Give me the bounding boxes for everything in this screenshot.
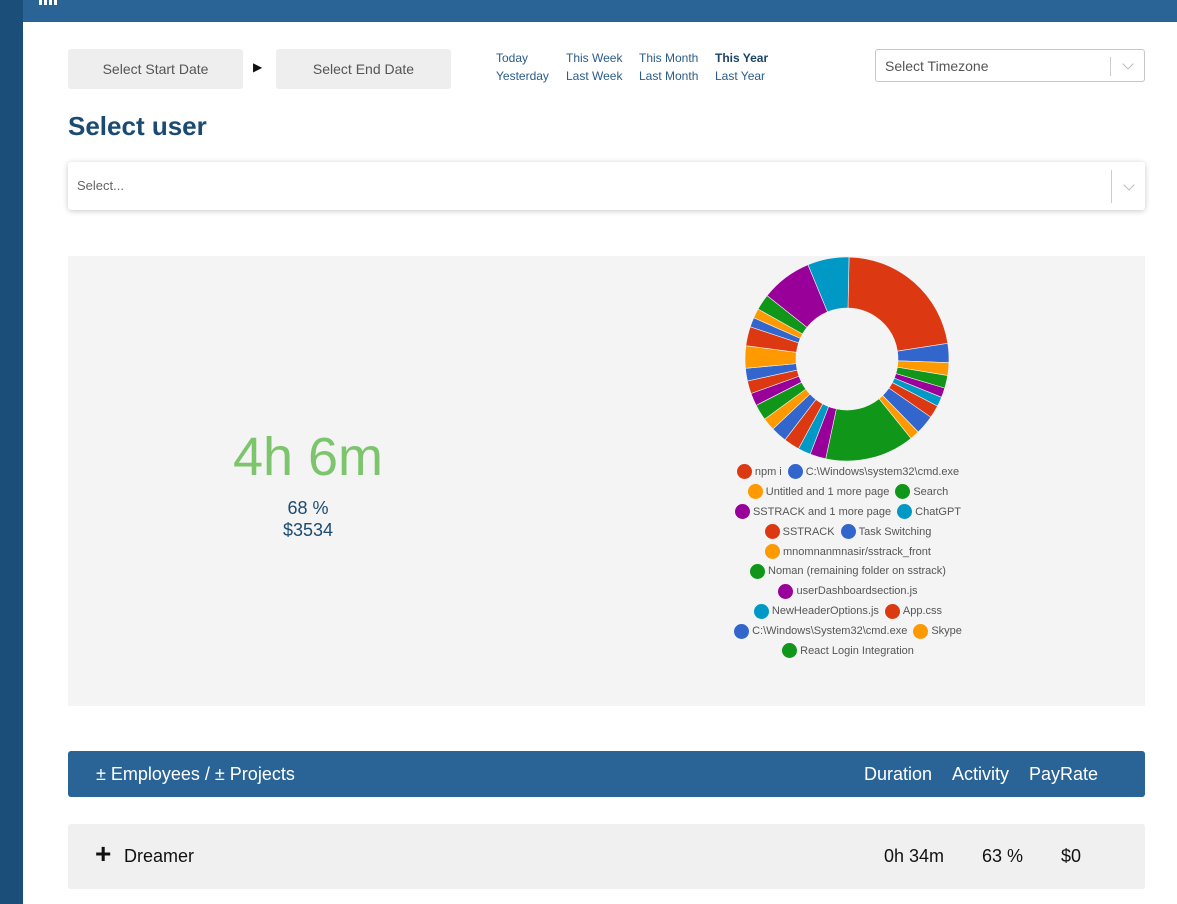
duration-header: Duration xyxy=(864,764,933,784)
payrate-header: PayRate xyxy=(1029,764,1099,784)
legend-item[interactable]: C:\Windows\system32\cmd.exe xyxy=(787,464,960,480)
range-this-week-link[interactable]: This Week xyxy=(566,51,622,65)
legend-color-dot-icon xyxy=(895,484,911,500)
timezone-select[interactable]: Select Timezone xyxy=(875,49,1145,82)
legend-row: userDashboardsection.js xyxy=(708,581,988,601)
dashboard-icon[interactable] xyxy=(39,0,61,5)
legend-row: mnomnanmnasir/sstrack_front xyxy=(708,542,988,562)
activity-donut-chart xyxy=(744,256,950,462)
range-last-week-link[interactable]: Last Week xyxy=(566,69,622,83)
range-last-year-link[interactable]: Last Year xyxy=(715,69,765,83)
legend-label: NewHeaderOptions.js xyxy=(771,605,879,618)
select-user-heading: Select user xyxy=(68,111,207,141)
user-select-divider xyxy=(1111,170,1112,203)
table-header: ± Employees / ± Projects Duration Activi… xyxy=(68,751,1145,797)
legend-item[interactable]: SSTRACK xyxy=(764,524,835,540)
summary-panel: 4h 6m 68 % $3534 npm i C:\Windows\system3… xyxy=(68,256,1145,706)
legend-label: mnomnanmnasir/sstrack_front xyxy=(783,545,931,558)
legend-row: SSTRACK Task Switching xyxy=(708,522,988,542)
donut-slice[interactable] xyxy=(847,256,949,352)
legend-color-dot-icon xyxy=(913,623,929,639)
legend-color-dot-icon xyxy=(750,563,766,579)
legend-color-dot-icon xyxy=(747,484,763,500)
left-sidebar-rail xyxy=(0,0,23,904)
legend-label: SSTRACK xyxy=(782,525,835,538)
legend-item[interactable]: Task Switching xyxy=(840,524,932,540)
legend-label: ChatGPT xyxy=(915,505,962,518)
legend-item[interactable]: Search xyxy=(895,484,949,500)
table-row[interactable]: + Dreamer 0h 34m 63 % $0 xyxy=(68,824,1145,889)
legend-item[interactable]: SSTRACK and 1 more page xyxy=(734,504,892,520)
legend-color-dot-icon xyxy=(765,544,781,559)
legend-color-dot-icon xyxy=(782,643,798,659)
legend-label: SSTRACK and 1 more page xyxy=(752,505,892,518)
legend-label: Task Switching xyxy=(858,525,932,538)
legend-item[interactable]: C:\Windows\System32\cmd.exe xyxy=(734,623,908,639)
legend-label: userDashboardsection.js xyxy=(796,585,918,598)
range-yesterday-link[interactable]: Yesterday xyxy=(496,69,549,83)
range-last-month-link[interactable]: Last Month xyxy=(639,69,698,83)
user-select[interactable]: Select... xyxy=(68,162,1145,210)
expand-plus-icon[interactable]: + xyxy=(95,840,111,868)
legend-label: Skype xyxy=(931,625,962,638)
legend-color-dot-icon xyxy=(734,504,750,520)
legend-item[interactable]: React Login Integration xyxy=(782,643,914,659)
employee-duration: 0h 34m xyxy=(884,846,945,866)
chart-legend: npm i C:\Windows\system32\cmd.exe Untitled… xyxy=(708,462,988,661)
chevron-down-icon[interactable] xyxy=(1123,179,1135,191)
end-date-button[interactable]: Select End Date xyxy=(276,49,451,89)
legend-label: Untitled and 1 more page xyxy=(765,485,890,498)
timezone-placeholder: Select Timezone xyxy=(885,58,989,74)
legend-row: NewHeaderOptions.js App.css xyxy=(708,601,988,621)
employee-activity: 63 % xyxy=(982,846,1024,866)
legend-color-dot-icon xyxy=(897,504,913,520)
legend-item[interactable]: Untitled and 1 more page xyxy=(747,484,890,500)
user-select-placeholder: Select... xyxy=(77,178,124,193)
chevron-down-icon[interactable] xyxy=(1122,58,1134,70)
date-range-arrow-icon: ▶ xyxy=(253,60,263,74)
legend-color-dot-icon xyxy=(884,603,900,619)
range-this-year-link[interactable]: This Year xyxy=(715,51,768,65)
legend-label: npm i xyxy=(754,465,782,478)
legend-row: SSTRACK and 1 more page ChatGPT xyxy=(708,502,988,522)
legend-item[interactable]: NewHeaderOptions.js xyxy=(753,603,879,619)
legend-row: C:\Windows\System32\cmd.exe Skype xyxy=(708,621,988,641)
legend-color-dot-icon xyxy=(840,524,856,540)
legend-item[interactable]: ChatGPT xyxy=(897,504,962,520)
legend-row: npm i C:\Windows\system32\cmd.exe xyxy=(708,462,988,482)
legend-label: Search xyxy=(913,485,949,498)
legend-label: App.css xyxy=(902,605,943,618)
legend-row: Noman (remaining folder on sstrack) xyxy=(708,561,988,581)
legend-color-dot-icon xyxy=(736,464,752,480)
activity-percent-value: 68 % xyxy=(287,498,329,518)
employees-projects-header[interactable]: ± Employees / ± Projects xyxy=(96,764,295,785)
legend-item[interactable]: Noman (remaining folder on sstrack) xyxy=(750,563,946,579)
activity-header: Activity xyxy=(952,764,1010,784)
legend-label: C:\Windows\System32\cmd.exe xyxy=(752,625,908,638)
timezone-select-divider xyxy=(1110,57,1111,76)
legend-item[interactable]: App.css xyxy=(884,603,943,619)
legend-color-dot-icon xyxy=(787,464,803,480)
legend-row: Untitled and 1 more page Search xyxy=(708,482,988,502)
legend-label: React Login Integration xyxy=(800,644,914,657)
range-this-month-link[interactable]: This Month xyxy=(639,51,698,65)
start-date-button[interactable]: Select Start Date xyxy=(68,49,243,89)
legend-item[interactable]: npm i xyxy=(736,464,782,480)
employee-name: Dreamer xyxy=(124,846,195,866)
legend-color-dot-icon xyxy=(778,583,794,599)
legend-item[interactable]: Skype xyxy=(913,623,962,639)
top-bar xyxy=(23,0,1177,22)
employee-payrate: $0 xyxy=(1061,846,1082,866)
legend-row: React Login Integration xyxy=(708,641,988,661)
range-today-link[interactable]: Today xyxy=(496,51,528,65)
legend-item[interactable]: mnomnanmnasir/sstrack_front xyxy=(765,544,931,559)
total-time-value: 4h 6m xyxy=(232,427,384,487)
legend-label: Noman (remaining folder on sstrack) xyxy=(768,565,946,578)
legend-label: C:\Windows\system32\cmd.exe xyxy=(805,465,960,478)
legend-color-dot-icon xyxy=(753,603,769,619)
legend-color-dot-icon xyxy=(734,623,750,639)
legend-item[interactable]: userDashboardsection.js xyxy=(778,583,918,599)
legend-color-dot-icon xyxy=(764,524,780,540)
total-pay-value: $3534 xyxy=(282,520,334,540)
